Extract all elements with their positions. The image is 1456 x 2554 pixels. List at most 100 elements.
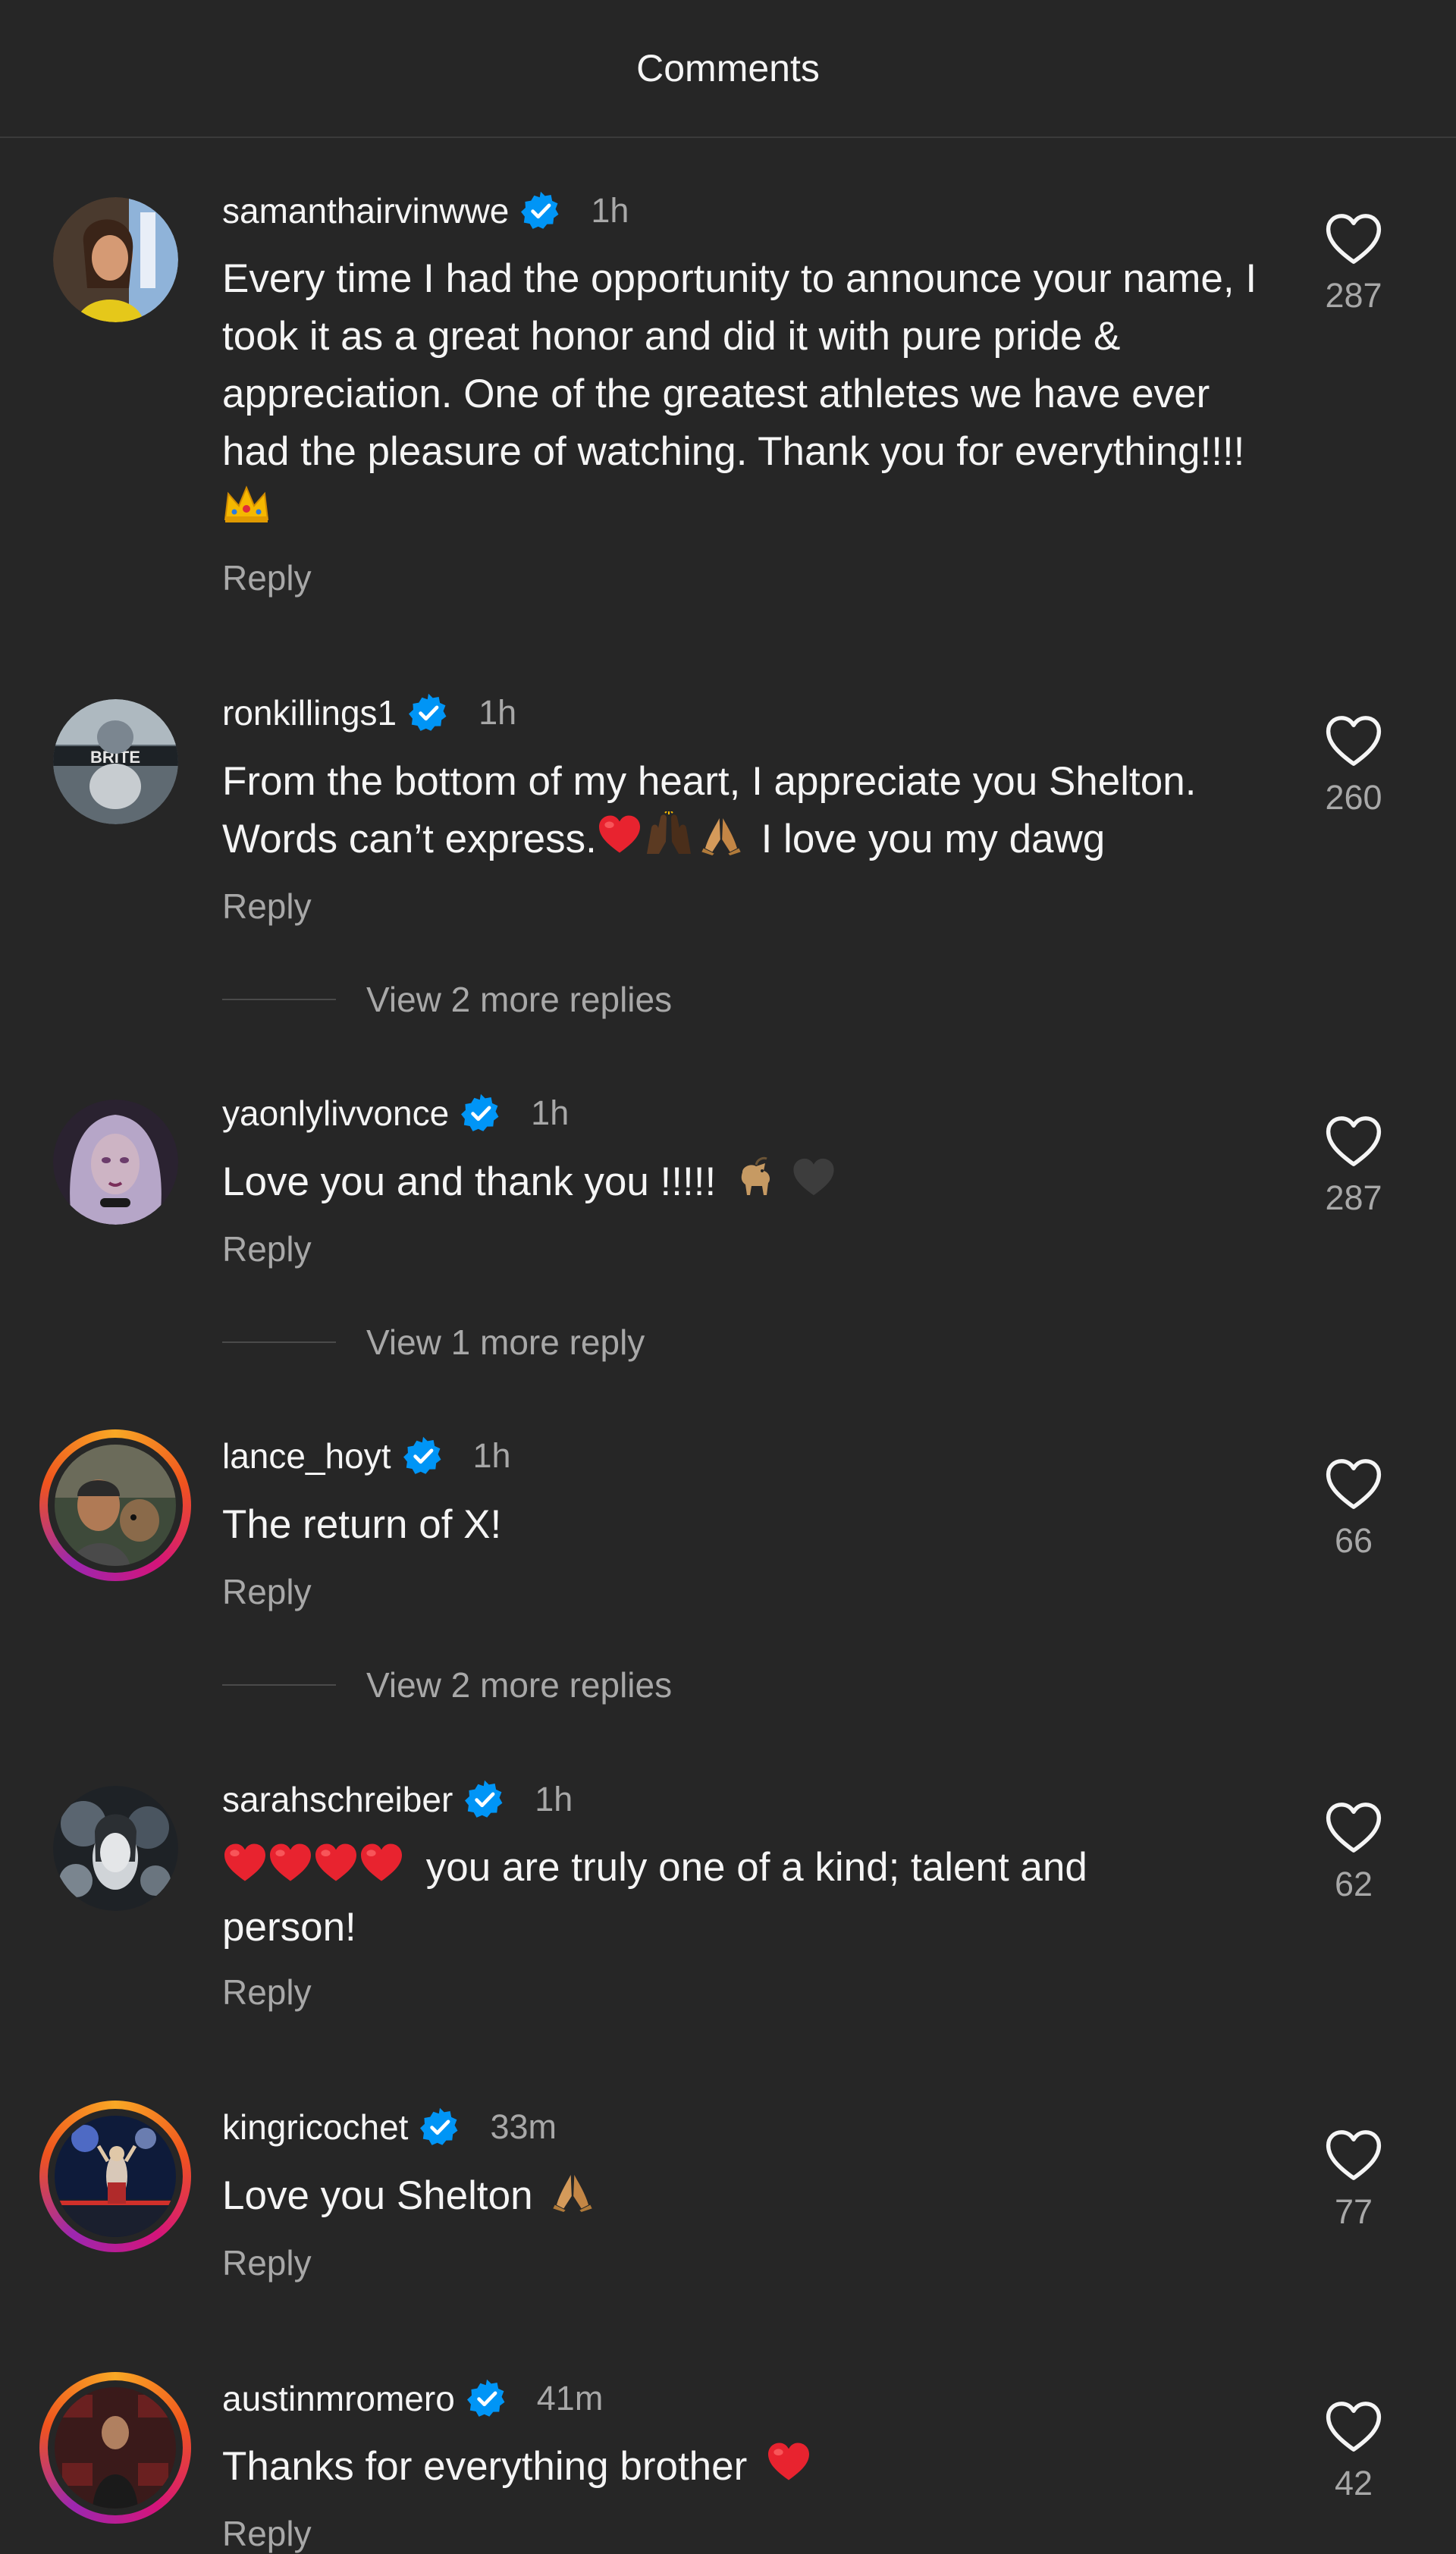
reply-button[interactable]: Reply <box>222 886 312 927</box>
comment-text: Every time I had the opportunity to anno… <box>222 250 1276 541</box>
view-more-label: View 2 more replies <box>366 980 673 1019</box>
comment-body: The return of X! <box>222 1502 502 1547</box>
reply-button[interactable]: Reply <box>222 1972 312 2013</box>
avatar-image <box>55 2387 176 2509</box>
username[interactable]: kingricochet <box>222 2107 408 2148</box>
username[interactable]: lance_hoyt <box>222 1435 391 1476</box>
verified-badge-icon <box>461 1093 500 1133</box>
like-button[interactable]: 62 <box>1320 1801 1388 1904</box>
avatar-image <box>55 2116 176 2237</box>
like-button[interactable]: 42 <box>1320 2400 1388 2503</box>
reply-button[interactable]: Reply <box>222 557 312 598</box>
red-heart-emoji <box>268 1841 313 1899</box>
heart-outline-icon <box>1324 2129 1383 2182</box>
heart-outline-icon <box>1324 212 1383 265</box>
timestamp: 33m <box>490 2107 557 2146</box>
comments-header: Comments <box>0 0 1456 138</box>
timestamp: 1h <box>479 693 517 732</box>
avatar-story-ring[interactable] <box>39 2101 191 2252</box>
like-count: 287 <box>1325 1178 1382 1217</box>
avatar[interactable] <box>53 197 178 322</box>
heart-outline-icon <box>1324 1457 1383 1511</box>
username[interactable]: yaonlylivvonce <box>222 1093 449 1134</box>
verified-badge-icon <box>467 2379 507 2418</box>
like-button[interactable]: 287 <box>1320 212 1388 315</box>
comment-text: you are truly one of a kind; talent and … <box>222 1839 1284 1956</box>
avatar-story-ring[interactable] <box>39 1429 191 1581</box>
avatar <box>48 1438 183 1573</box>
raising-hands-emoji <box>642 810 695 873</box>
timestamp: 1h <box>472 1436 511 1475</box>
heart-outline-icon <box>1324 714 1383 767</box>
avatar-image <box>55 1445 176 1566</box>
timestamp: 1h <box>591 191 629 230</box>
view-more-replies[interactable]: View 2 more replies <box>222 977 672 1022</box>
folded-hands-emoji <box>551 2170 594 2228</box>
comment-body-line: person! <box>222 1905 356 1950</box>
reply-button[interactable]: Reply <box>222 1228 312 1269</box>
avatar-image: BRITE <box>53 699 178 824</box>
heart-outline-icon <box>1324 1801 1383 1854</box>
comment-meta: sarahschreiber 1h <box>222 1777 573 1822</box>
like-button[interactable]: 260 <box>1320 714 1388 817</box>
comment-body-line: From the bottom of my heart, I appreciat… <box>222 759 1197 804</box>
like-count: 42 <box>1334 2464 1373 2502</box>
comment-body-line: you are truly one of a kind; talent and <box>222 1839 1284 1899</box>
comment-body: Thanks for everything brother <box>222 2444 748 2489</box>
red-heart-emoji <box>313 1841 359 1899</box>
avatar-image <box>53 197 178 322</box>
verified-badge-icon <box>521 191 560 231</box>
like-count: 260 <box>1325 778 1382 817</box>
divider-line <box>222 1684 336 1686</box>
divider-line <box>222 999 336 1000</box>
comment-body: Every time I had the opportunity to anno… <box>222 256 1257 474</box>
red-heart-emoji <box>359 1841 404 1899</box>
username[interactable]: sarahschreiber <box>222 1779 453 1820</box>
avatar-story-ring[interactable] <box>39 2372 191 2524</box>
reply-button[interactable]: Reply <box>222 2242 312 2283</box>
comment-meta: yaonlylivvonce 1h <box>222 1090 569 1136</box>
like-count: 66 <box>1334 1521 1373 1560</box>
comment-text: Thanks for everything brother <box>222 2438 1284 2498</box>
reply-button[interactable]: Reply <box>222 1571 312 1612</box>
username[interactable]: samanthairvinwwe <box>222 190 509 231</box>
comment-body: Love you and thank you !!!!! <box>222 1159 717 1204</box>
divider-line <box>222 1341 336 1343</box>
comment-meta: kingricochet 33m <box>222 2104 557 2150</box>
comment-meta: samanthairvinwwe 1h <box>222 188 629 234</box>
like-count: 77 <box>1334 2192 1373 2231</box>
like-count: 287 <box>1325 276 1382 315</box>
avatar[interactable] <box>53 1100 178 1225</box>
comment-text: The return of X! <box>222 1496 1284 1554</box>
view-more-label: View 2 more replies <box>366 1665 673 1705</box>
timestamp: 1h <box>531 1093 570 1132</box>
username[interactable]: austinmromero <box>222 2378 455 2419</box>
reply-button[interactable]: Reply <box>222 2513 312 2554</box>
like-button[interactable]: 77 <box>1320 2129 1388 2232</box>
username[interactable]: ronkillings1 <box>222 692 397 733</box>
view-more-replies[interactable]: View 2 more replies <box>222 1662 672 1708</box>
comment-meta: ronkillings1 1h <box>222 690 516 736</box>
verified-badge-icon <box>409 693 448 733</box>
goat-emoji <box>735 1156 777 1214</box>
red-heart-emoji <box>222 1841 268 1899</box>
comment-body-line: Words can’t express. I love you my dawg <box>222 810 1284 873</box>
timestamp: 41m <box>536 2379 604 2418</box>
verified-badge-icon <box>420 2107 460 2147</box>
avatar-image <box>53 1786 178 1911</box>
avatar <box>48 2109 183 2244</box>
comment-meta: austinmromero 41m <box>222 2376 603 2421</box>
avatar <box>48 2380 183 2515</box>
avatar[interactable] <box>53 1786 178 1911</box>
crown-emoji <box>222 483 271 541</box>
heart-outline-icon <box>1324 2400 1383 2453</box>
like-button[interactable]: 287 <box>1320 1115 1388 1218</box>
comment-text: Love you Shelton <box>222 2167 1284 2228</box>
avatar[interactable]: BRITE <box>53 699 178 824</box>
view-more-replies[interactable]: View 1 more reply <box>222 1319 645 1365</box>
view-more-label: View 1 more reply <box>366 1322 645 1362</box>
avatar-image <box>53 1100 178 1225</box>
like-button[interactable]: 66 <box>1320 1457 1388 1561</box>
verified-badge-icon <box>465 1780 504 1819</box>
folded-hands-emoji <box>700 813 742 871</box>
